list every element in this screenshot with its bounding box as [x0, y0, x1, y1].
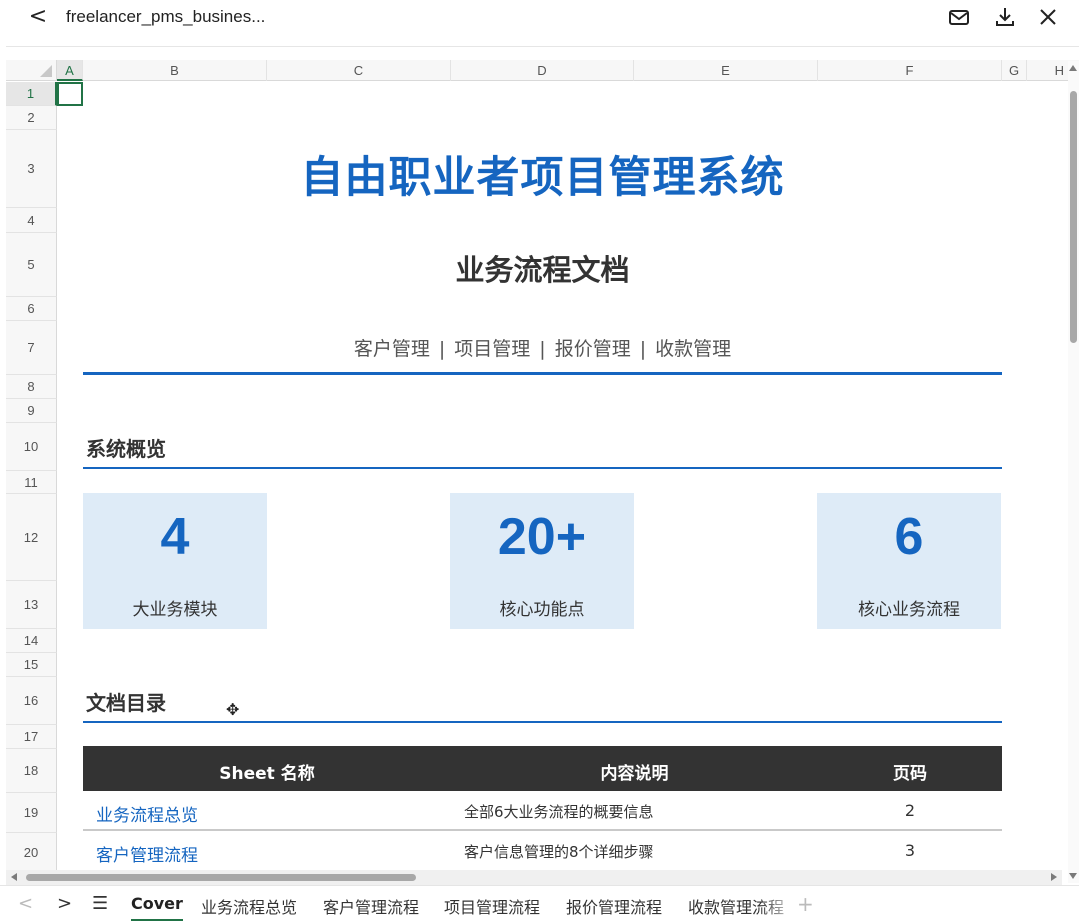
toc-link-customer-flow[interactable]: 客户管理流程: [96, 841, 198, 866]
row-header-19[interactable]: 19: [6, 793, 57, 833]
module-project: 项目管理: [454, 338, 531, 360]
main-title: 自由职业者项目管理系统: [300, 153, 785, 203]
module-separator: |: [438, 338, 446, 360]
row-header-3[interactable]: 3: [6, 130, 57, 208]
title-bar: < freelancer_pms_busines...: [0, 0, 1079, 44]
column-header-e[interactable]: E: [634, 60, 818, 81]
stat-value: 6: [894, 508, 924, 566]
module-customer: 客户管理: [353, 338, 430, 360]
toc-header-page: 页码: [893, 764, 927, 784]
back-icon[interactable]: <: [26, 6, 50, 30]
scroll-left-icon[interactable]: [11, 873, 17, 881]
mouse-cursor-icon: ✥: [226, 700, 240, 719]
column-header-bar: A B C D E F G H: [6, 60, 1079, 81]
row-header-8[interactable]: 8: [6, 375, 57, 399]
tab-customer-flow[interactable]: 客户管理流程: [323, 894, 419, 918]
row-header-12[interactable]: 12: [6, 494, 57, 581]
module-list: 客户管理 | 项目管理 | 报价管理 | 收款管理: [83, 334, 1002, 361]
column-header-g[interactable]: G: [1002, 60, 1027, 81]
vertical-scrollbar[interactable]: [1068, 61, 1079, 883]
file-title: freelancer_pms_busines...: [66, 7, 266, 26]
tab-overflow-fade: [760, 886, 800, 921]
row-header-10[interactable]: 10: [6, 423, 57, 471]
tab-next-icon[interactable]: >: [57, 893, 72, 914]
row-header-14[interactable]: 14: [6, 629, 57, 653]
row-header-16[interactable]: 16: [6, 677, 57, 725]
row-header-20[interactable]: 20: [6, 833, 57, 873]
row-header-17[interactable]: 17: [6, 725, 57, 749]
stat-card-modules: 4 大业务模块: [83, 493, 267, 629]
toc-link-flow-overview[interactable]: 业务流程总览: [96, 801, 198, 826]
overview-section-title: 系统概览: [86, 437, 166, 461]
column-header-h[interactable]: H: [1027, 60, 1068, 81]
stat-value: 20+: [497, 508, 587, 566]
tab-project-flow[interactable]: 项目管理流程: [444, 894, 540, 918]
row-header-6[interactable]: 6: [6, 297, 57, 321]
scroll-down-icon[interactable]: [1069, 873, 1077, 879]
row-header-18[interactable]: 18: [6, 749, 57, 793]
stat-card-flows: 6 核心业务流程: [817, 493, 1001, 629]
toc-desc: 全部6大业务流程的概要信息: [464, 803, 654, 821]
column-header-f[interactable]: F: [818, 60, 1002, 81]
toc-divider: [83, 721, 1002, 723]
toc-section-title: 文档目录: [86, 691, 166, 715]
scroll-up-icon[interactable]: [1069, 65, 1077, 71]
mail-icon[interactable]: [948, 6, 970, 28]
column-header-d[interactable]: D: [451, 60, 634, 81]
spreadsheet-grid[interactable]: A B C D E F G H 1 2 3 4 5 6 7 8 9 10 11 …: [6, 46, 1079, 884]
horizontal-scrollbar[interactable]: [6, 870, 1062, 885]
vertical-scroll-thumb[interactable]: [1070, 91, 1077, 343]
add-sheet-icon[interactable]: +: [797, 892, 814, 916]
sub-title: 业务流程文档: [455, 253, 630, 287]
row-header-2[interactable]: 2: [6, 106, 57, 130]
title-divider: [83, 372, 1002, 375]
tab-cover[interactable]: Cover: [131, 894, 183, 921]
toc-page: 3: [904, 841, 916, 860]
active-cell-a1[interactable]: [57, 82, 83, 106]
toc-desc: 客户信息管理的8个详细步骤: [464, 843, 654, 861]
tab-prev-icon[interactable]: <: [18, 893, 33, 914]
toc-header-sheet: Sheet 名称: [219, 764, 315, 784]
module-separator: |: [539, 338, 546, 360]
tab-flow-overview[interactable]: 业务流程总览: [201, 894, 297, 918]
overview-divider: [83, 467, 1002, 469]
module-separator: |: [639, 338, 647, 360]
tab-quote-flow[interactable]: 报价管理流程: [566, 894, 662, 918]
row-header-7[interactable]: 7: [6, 321, 57, 375]
stat-label: 大业务模块: [132, 600, 218, 620]
toc-page: 2: [904, 801, 916, 820]
row-header-13[interactable]: 13: [6, 581, 57, 629]
select-all-corner[interactable]: [6, 60, 57, 81]
sheet-menu-icon[interactable]: ☰: [92, 893, 108, 914]
row-header-1[interactable]: 1: [6, 82, 57, 106]
close-icon[interactable]: [1037, 6, 1059, 28]
module-payment: 收款管理: [655, 338, 732, 360]
sheet-tab-bar: < > ☰ Cover 业务流程总览 客户管理流程 项目管理流程 报价管理流程 …: [0, 885, 1079, 921]
row-header-4[interactable]: 4: [6, 208, 57, 233]
module-quote: 报价管理: [554, 338, 631, 360]
toc-header-desc: 内容说明: [600, 764, 669, 784]
stat-label: 核心功能点: [499, 600, 585, 620]
column-header-c[interactable]: C: [267, 60, 451, 81]
scroll-right-icon[interactable]: [1051, 873, 1057, 881]
toc-table-header: Sheet 名称 内容说明 页码: [83, 746, 1002, 791]
download-icon[interactable]: [994, 6, 1016, 28]
stat-card-features: 20+ 核心功能点: [450, 493, 634, 629]
row-header-9[interactable]: 9: [6, 399, 57, 423]
horizontal-scroll-thumb[interactable]: [26, 874, 416, 881]
table-row: 业务流程总览 全部6大业务流程的概要信息 2: [83, 791, 1002, 831]
row-header-11[interactable]: 11: [6, 471, 57, 494]
row-header-15[interactable]: 15: [6, 653, 57, 677]
table-row: 客户管理流程 客户信息管理的8个详细步骤 3: [83, 831, 1002, 871]
column-header-a[interactable]: A: [57, 60, 83, 81]
column-header-b[interactable]: B: [83, 60, 267, 81]
stat-label: 核心业务流程: [858, 600, 960, 620]
toc-table: Sheet 名称 内容说明 页码 业务流程总览 全部6大业务流程的概要信息 2 …: [83, 746, 1002, 871]
row-header-5[interactable]: 5: [6, 233, 57, 297]
stat-value: 4: [160, 508, 190, 566]
